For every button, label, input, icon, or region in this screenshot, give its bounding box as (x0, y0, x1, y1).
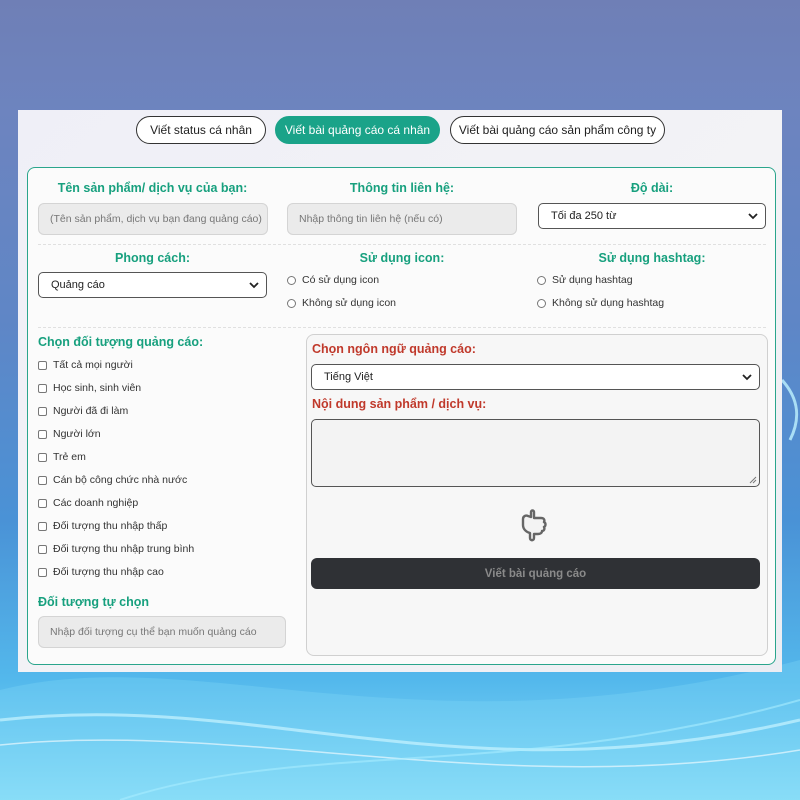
row-divider-2 (38, 327, 766, 328)
custom-audience-label: Đối tượng tự chọn (38, 595, 149, 609)
content-textarea[interactable] (311, 419, 760, 487)
audience-option[interactable]: Học sinh, sinh viên (38, 382, 141, 394)
generator-panel: Viết status cá nhân Viết bài quảng cáo c… (18, 110, 782, 672)
audience-label: Chọn đối tượng quảng cáo: (38, 335, 204, 349)
row-divider-1 (38, 244, 766, 245)
checkbox-icon[interactable] (38, 567, 47, 577)
audience-option[interactable]: Tất cả mọi người (38, 359, 133, 371)
checkbox-icon[interactable] (38, 452, 47, 462)
tab-bar: Viết status cá nhân Viết bài quảng cáo c… (18, 116, 782, 146)
checkbox-icon[interactable] (38, 383, 47, 393)
radio-icon[interactable] (287, 298, 296, 308)
icon-option-no[interactable]: Không sử dụng icon (287, 297, 396, 309)
audience-option[interactable]: Đối tượng thu nhập thấp (38, 520, 167, 532)
checkbox-icon[interactable] (38, 360, 47, 370)
contact-label: Thông tin liên hệ: (349, 181, 455, 195)
pointing-hand-icon (521, 509, 547, 542)
resize-handle-icon[interactable] (749, 476, 757, 484)
checkbox-icon[interactable] (38, 521, 47, 531)
tab-personal-ad[interactable]: Viết bài quảng cáo cá nhân (275, 116, 440, 144)
checkbox-icon[interactable] (38, 498, 47, 508)
chevron-down-icon (742, 374, 752, 381)
tab-company-product-ad[interactable]: Viết bài quảng cáo sản phẩm công ty (450, 116, 665, 144)
form-card: Tên sản phẩm/ dịch vụ của bạn: (Tên sản … (27, 167, 776, 665)
radio-icon[interactable] (537, 298, 546, 308)
custom-audience-input[interactable]: Nhập đối tượng cụ thể bạn muốn quảng cáo (38, 616, 286, 648)
icon-label: Sử dụng icon: (359, 251, 445, 265)
audience-option[interactable]: Trẻ em (38, 451, 86, 463)
audience-option[interactable]: Người đã đi làm (38, 405, 128, 417)
language-select[interactable]: Tiếng Việt (311, 364, 760, 390)
content-box: Chọn ngôn ngữ quảng cáo: Tiếng Việt Nội … (306, 334, 768, 656)
style-label: Phong cách: (114, 251, 190, 265)
product-input[interactable]: (Tên sản phẩm, dịch vụ bạn đang quảng cá… (38, 203, 268, 235)
length-select[interactable]: Tối đa 250 từ (538, 203, 766, 229)
tab-personal-status[interactable]: Viết status cá nhân (136, 116, 266, 144)
audience-option[interactable]: Đối tượng thu nhập cao (38, 566, 164, 578)
radio-icon[interactable] (287, 275, 296, 285)
submit-button[interactable]: Viết bài quảng cáo (311, 558, 760, 589)
icon-option-yes[interactable]: Có sử dụng icon (287, 274, 379, 286)
checkbox-icon[interactable] (38, 544, 47, 554)
audience-option[interactable]: Người lớn (38, 428, 101, 440)
product-label: Tên sản phẩm/ dịch vụ của bạn: (57, 181, 248, 195)
language-label: Chọn ngôn ngữ quảng cáo: (312, 342, 476, 356)
radio-icon[interactable] (537, 275, 546, 285)
contact-input[interactable]: Nhập thông tin liên hệ (nếu có) (287, 203, 517, 235)
checkbox-icon[interactable] (38, 429, 47, 439)
audience-option[interactable]: Các doanh nghiệp (38, 497, 138, 509)
audience-option[interactable]: Đối tượng thu nhập trung bình (38, 543, 194, 555)
checkbox-icon[interactable] (38, 406, 47, 416)
length-label: Độ dài: (630, 181, 674, 195)
hashtag-option-no[interactable]: Không sử dụng hashtag (537, 297, 664, 309)
hashtag-label: Sử dụng hashtag: (598, 251, 706, 265)
chevron-down-icon (748, 213, 758, 220)
checkbox-icon[interactable] (38, 475, 47, 485)
style-select[interactable]: Quảng cáo (38, 272, 267, 298)
chevron-down-icon (249, 282, 259, 289)
content-label: Nội dung sản phẩm / dịch vụ: (312, 397, 487, 411)
hashtag-option-yes[interactable]: Sử dụng hashtag (537, 274, 633, 286)
audience-option[interactable]: Cán bộ công chức nhà nước (38, 474, 187, 486)
